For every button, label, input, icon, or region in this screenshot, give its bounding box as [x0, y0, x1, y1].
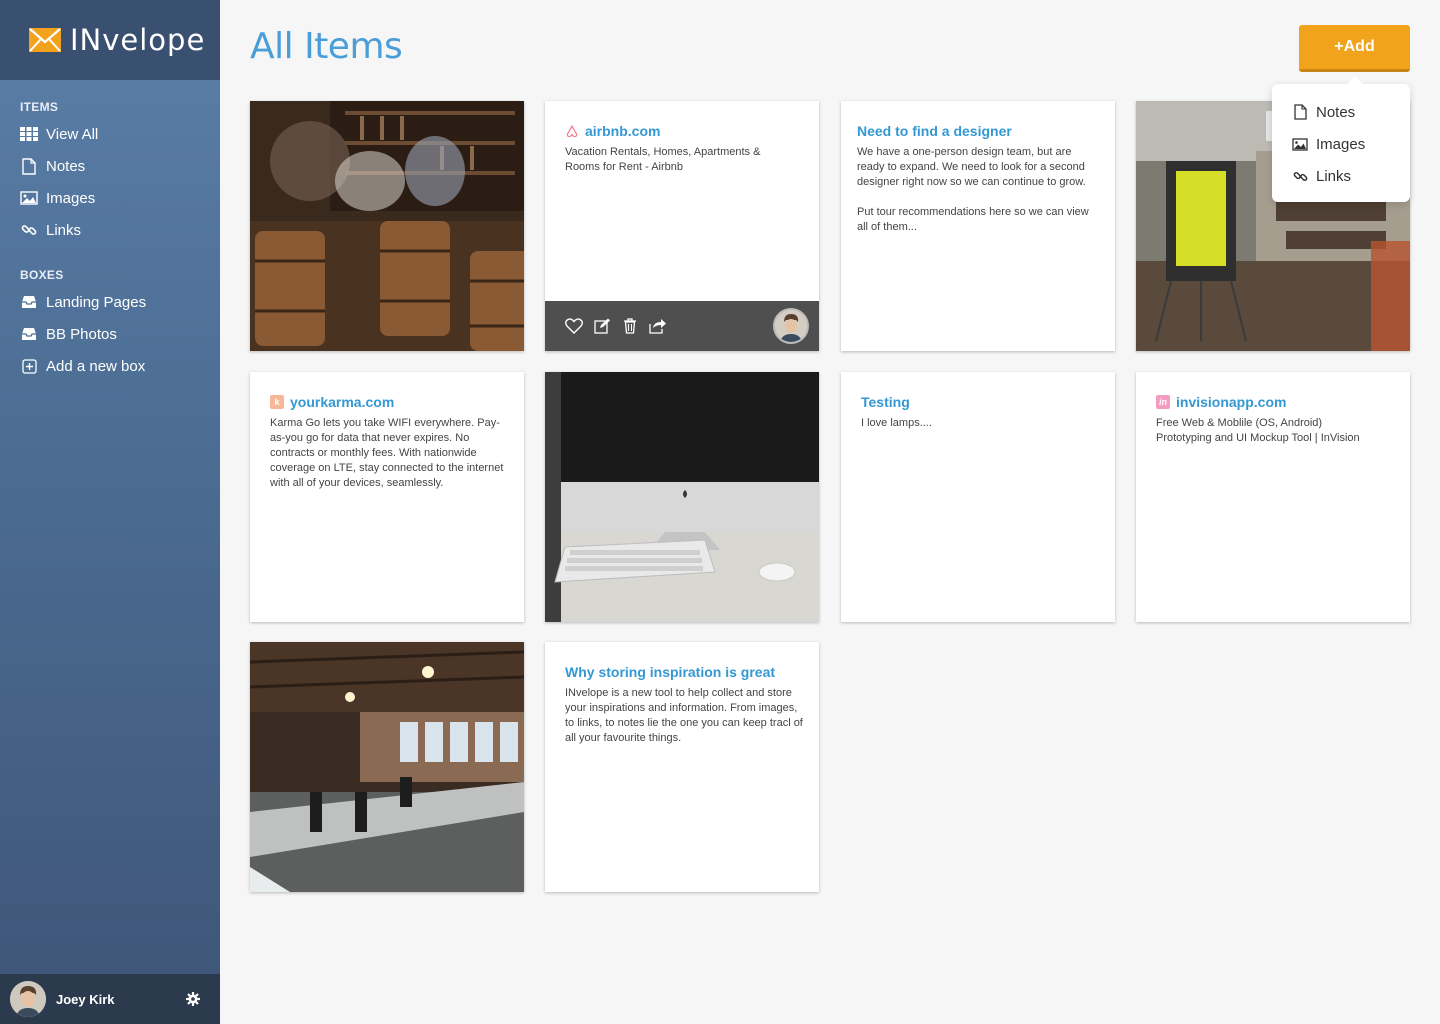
- sidebar: INvelope ITEMS View All Notes Images Lin…: [0, 0, 220, 1024]
- user-bar: Joey Kirk: [0, 974, 220, 1024]
- sidebar-item-notes[interactable]: Notes: [0, 150, 220, 182]
- card-text: I love lamps....: [861, 417, 932, 429]
- trash-icon[interactable]: [621, 317, 639, 335]
- menu-item-notes[interactable]: Notes: [1272, 96, 1410, 128]
- sidebar-item-label: Landing Pages: [46, 293, 147, 311]
- plus-square-icon: [20, 357, 38, 375]
- share-icon[interactable]: [649, 317, 667, 335]
- note-card-testing[interactable]: Testing I love lamps....: [841, 372, 1115, 622]
- image-icon: [20, 189, 38, 207]
- sidebar-item-bb-photos[interactable]: BB Photos: [0, 318, 220, 350]
- page-title: All Items: [250, 26, 403, 67]
- airbnb-favicon-icon: [565, 124, 579, 138]
- link-card-invision[interactable]: in invisionapp.com Free Web & Moblile (O…: [1136, 372, 1410, 622]
- image-card-bar-photo[interactable]: [250, 101, 524, 351]
- card-text: INvelope is a new tool to help collect a…: [565, 687, 803, 744]
- card-title[interactable]: in invisionapp.com: [1156, 394, 1394, 410]
- sidebar-item-label: View All: [46, 125, 99, 143]
- menu-item-links[interactable]: Links: [1272, 160, 1410, 192]
- link-card-yourkarma[interactable]: k yourkarma.com Karma Go lets you take W…: [250, 372, 524, 622]
- sidebar-item-links[interactable]: Links: [0, 214, 220, 246]
- edit-icon[interactable]: [593, 317, 611, 335]
- note-card-designer[interactable]: Need to find a designer We have a one-pe…: [841, 101, 1115, 351]
- card-title-text: airbnb.com: [585, 123, 661, 139]
- sidebar-item-label: Links: [46, 221, 82, 239]
- avatar[interactable]: [773, 308, 809, 344]
- sidebar-item-label: Add a new box: [46, 357, 146, 375]
- image-card-office-space[interactable]: [250, 642, 524, 892]
- inbox-icon: [20, 293, 38, 311]
- karma-favicon-icon: k: [270, 395, 284, 409]
- sidebar-item-landing-pages[interactable]: Landing Pages: [0, 286, 220, 318]
- add-button[interactable]: +Add: [1299, 25, 1410, 72]
- envelope-logo-icon: [29, 28, 61, 52]
- link-icon: [20, 221, 38, 239]
- menu-item-label: Notes: [1316, 103, 1356, 121]
- card-title-text: invisionapp.com: [1176, 394, 1287, 410]
- sidebar-item-label: Notes: [46, 157, 86, 175]
- sidebar-item-label: Images: [46, 189, 96, 207]
- menu-item-label: Links: [1316, 167, 1352, 185]
- boxes-heading: BOXES: [20, 268, 64, 282]
- sidebar-item-label: BB Photos: [46, 325, 117, 343]
- note-icon: [1292, 104, 1308, 120]
- link-card-airbnb[interactable]: airbnb.com Vacation Rentals, Homes, Apar…: [545, 101, 819, 351]
- card-title[interactable]: k yourkarma.com: [270, 394, 508, 410]
- items-section: ITEMS View All Notes Images Links: [0, 100, 220, 246]
- office-space-image: [250, 642, 524, 892]
- card-title[interactable]: airbnb.com: [565, 123, 803, 139]
- inbox-icon: [20, 325, 38, 343]
- items-heading: ITEMS: [20, 100, 59, 114]
- link-icon: [1292, 168, 1308, 184]
- grid-icon: [20, 125, 38, 143]
- image-icon: [1292, 136, 1308, 152]
- avatar[interactable]: [10, 981, 46, 1017]
- card-text: Karma Go lets you take WIFI everywhere. …: [270, 417, 504, 489]
- menu-item-label: Images: [1316, 135, 1366, 153]
- boxes-section: BOXES Landing Pages BB Photos Add a new …: [0, 268, 220, 382]
- card-title[interactable]: Testing: [861, 394, 1099, 410]
- brand-name: INvelope: [70, 23, 206, 57]
- imac-desk-image: [545, 372, 819, 622]
- card-text: We have a one-person design team, but ar…: [857, 146, 1089, 233]
- add-dropdown-menu: Notes Images Links: [1272, 76, 1410, 202]
- invision-favicon-icon: in: [1156, 395, 1170, 409]
- menu-item-images[interactable]: Images: [1272, 128, 1410, 160]
- note-icon: [20, 157, 38, 175]
- bar-photo-image: [250, 101, 524, 351]
- card-text: Free Web & Moblile (OS, Android) Prototy…: [1156, 417, 1360, 444]
- sidebar-item-view-all[interactable]: View All: [0, 118, 220, 150]
- user-name: Joey Kirk: [56, 991, 115, 1007]
- note-card-inspiration[interactable]: Why storing inspiration is great INvelop…: [545, 642, 819, 892]
- heart-icon[interactable]: [565, 317, 583, 335]
- card-text: Vacation Rentals, Homes, Apartments & Ro…: [565, 146, 761, 173]
- card-action-bar: [545, 301, 819, 351]
- image-card-imac[interactable]: [545, 372, 819, 622]
- sidebar-item-add-box[interactable]: Add a new box: [0, 350, 220, 382]
- brand[interactable]: INvelope: [0, 0, 220, 80]
- card-title[interactable]: Why storing inspiration is great: [565, 664, 803, 680]
- card-title-text: yourkarma.com: [290, 394, 395, 410]
- sidebar-item-images[interactable]: Images: [0, 182, 220, 214]
- gear-icon[interactable]: [186, 992, 200, 1006]
- card-title[interactable]: Need to find a designer: [857, 123, 1099, 139]
